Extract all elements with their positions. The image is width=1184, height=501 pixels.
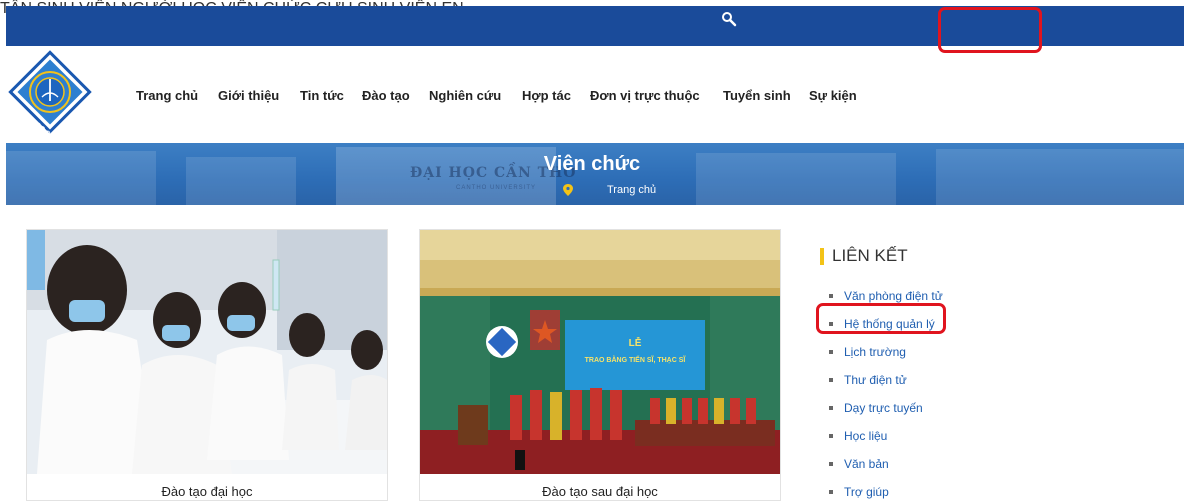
card-photo-graduation-ceremony[interactable]: LỄ TRAO BẰNG TIẾN SĨ, THẠC SĨ — [420, 230, 780, 474]
title-accent-bar — [820, 247, 824, 265]
highlight-box-he-thong-quan-ly — [816, 303, 946, 334]
nav-tin-tuc[interactable]: Tin tức — [300, 86, 344, 106]
card-photo-lab-students[interactable] — [27, 230, 387, 474]
bullet-icon — [829, 434, 833, 438]
sidebar-link-lich-truong[interactable]: Lịch trường — [829, 338, 943, 366]
nav-trang-chu[interactable]: Trang chủ — [136, 86, 198, 106]
bullet-icon — [829, 462, 833, 466]
sidebar-link-tro-giup[interactable]: Trợ giúp — [829, 478, 943, 501]
banner-sign-subtext: CANTHO UNIVERSITY — [456, 185, 537, 191]
bullet-icon — [829, 294, 833, 298]
sidebar-link-hoc-lieu[interactable]: Học liệu — [829, 422, 943, 450]
nav-hop-tac[interactable]: Hợp tác — [522, 86, 571, 106]
sidebar-title: LIÊN KẾT — [820, 246, 908, 266]
sidebar-title-text: LIÊN KẾT — [832, 246, 908, 265]
bullet-icon — [829, 350, 833, 354]
card-caption[interactable]: Đào tạo đại học — [27, 484, 387, 499]
bullet-icon — [829, 406, 833, 410]
nav-gioi-thieu[interactable]: Giới thiệu — [218, 86, 279, 106]
page-title: Viên chức — [543, 153, 641, 175]
nav-nghien-cuu[interactable]: Nghiên cứu — [429, 86, 501, 106]
screen-text-line1: LỄ — [629, 336, 642, 349]
sidebar-link-thu-dien-tu[interactable]: Thư điện tử — [829, 366, 943, 394]
nav-dao-tao[interactable]: Đào tạo — [362, 86, 410, 106]
bullet-icon — [829, 378, 833, 382]
card-dao-tao-sau-dai-hoc[interactable]: LỄ TRAO BẰNG TIẾN SĨ, THẠC SĨ Đào tạo sa… — [419, 229, 781, 501]
location-pin-icon — [563, 184, 573, 196]
card-dao-tao-dai-hoc[interactable]: Đào tạo đại học — [26, 229, 388, 501]
university-logo[interactable]: ĐẠI HỌC CẦN THƠ — [6, 49, 94, 135]
search-icon[interactable] — [721, 11, 737, 27]
sidebar-link-day-truc-tuyen[interactable]: Dạy trực tuyến — [829, 394, 943, 422]
nav-tuyen-sinh[interactable]: Tuyển sinh — [723, 86, 791, 106]
bullet-icon — [829, 490, 833, 494]
nav-su-kien[interactable]: Sự kiện — [809, 86, 857, 106]
highlight-box-vien-chuc — [938, 7, 1042, 53]
sidebar-link-van-ban[interactable]: Văn bản — [829, 450, 943, 478]
breadcrumb-home-link[interactable]: Trang chủ — [607, 184, 656, 196]
card-caption[interactable]: Đào tạo sau đại học — [420, 484, 780, 499]
breadcrumb: Trang chủ — [563, 184, 656, 196]
nav-don-vi-truc-thuoc[interactable]: Đơn vị trực thuộc — [590, 86, 700, 106]
